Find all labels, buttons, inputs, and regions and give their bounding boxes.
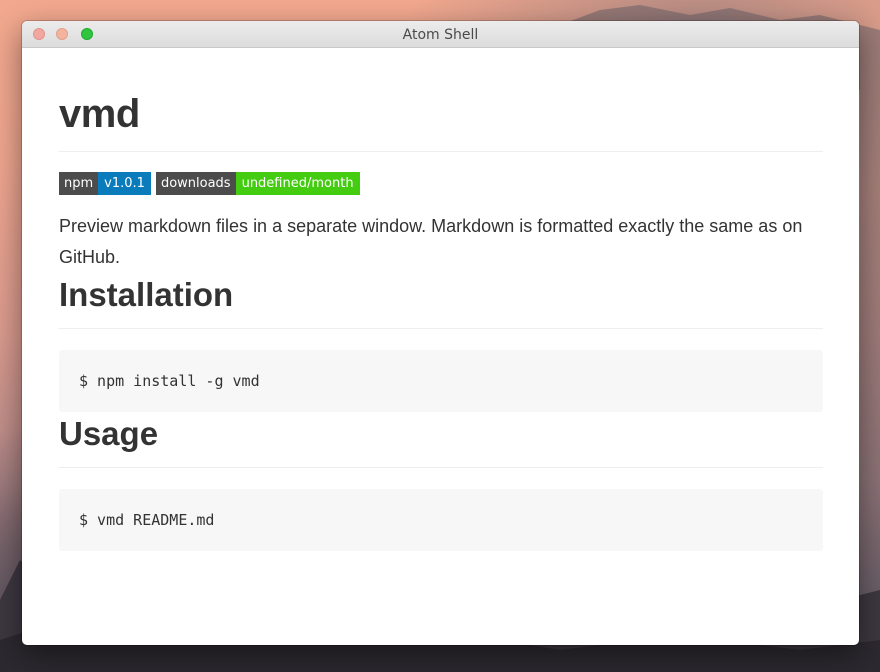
badge-label: downloads [155, 172, 236, 195]
section-divider [59, 328, 823, 329]
installation-heading: Installation [59, 276, 234, 313]
code-text: $ vmd README.md [79, 511, 215, 529]
title-bar[interactable]: Atom Shell [22, 21, 859, 48]
document-title: vmd [59, 92, 140, 136]
markdown-preview: vmd npm v1.0.1 downloads undefined/month… [22, 48, 859, 645]
code-text: $ npm install -g vmd [79, 372, 260, 390]
intro-paragraph: Preview markdown files in a separate win… [59, 216, 803, 267]
badge-label: npm [59, 172, 99, 195]
usage-heading: Usage [59, 415, 159, 452]
badge-row: npm v1.0.1 downloads undefined/month [59, 172, 823, 195]
section-divider [59, 467, 823, 468]
badge-value: undefined/month [235, 172, 360, 195]
downloads-badge[interactable]: downloads undefined/month [155, 172, 360, 195]
badge-value: v1.0.1 [98, 172, 151, 195]
app-window: Atom Shell vmd npm v1.0.1 downloads unde… [22, 21, 859, 645]
install-code-block[interactable]: $ npm install -g vmd [59, 350, 823, 412]
usage-code-block[interactable]: $ vmd README.md [59, 489, 823, 551]
window-title: Atom Shell [402, 27, 479, 43]
title-divider [59, 151, 823, 152]
npm-version-badge[interactable]: npm v1.0.1 [59, 172, 151, 195]
